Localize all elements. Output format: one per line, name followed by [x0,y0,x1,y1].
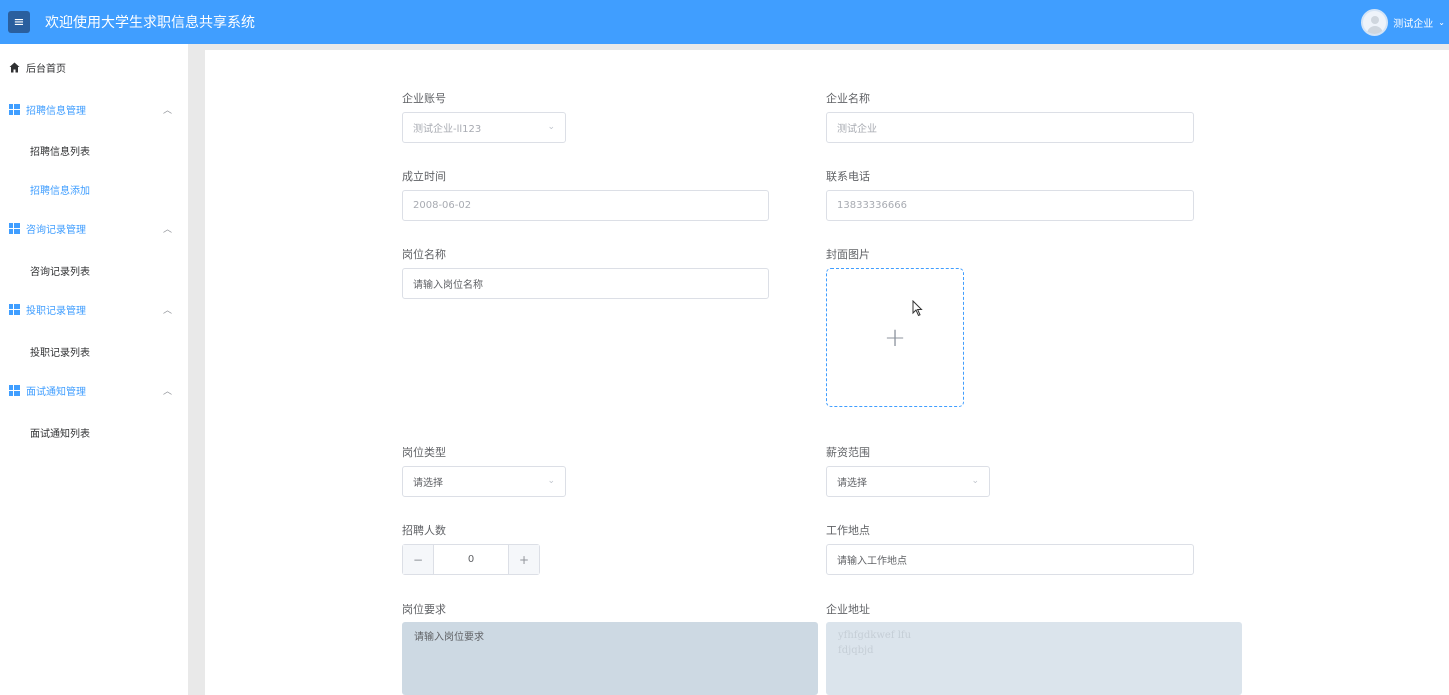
chevron-down-icon: ⌄ [971,476,979,486]
grid-icon [9,303,20,315]
salary-range-label: 薪资范围 [826,446,870,459]
salary-range-select[interactable]: 请选择 ⌄ [826,466,990,497]
sidebar-item-recruitment-list[interactable]: 招聘信息列表 [30,143,90,158]
hamburger-icon: ≡ [13,14,25,30]
work-location-label: 工作地点 [826,524,870,537]
chevron-up-icon: ︿ [163,224,173,235]
grid-icon [9,103,20,115]
sidebar-group-application[interactable]: 投职记录管理 ︿ [0,297,188,321]
phone-value: 13833336666 [837,200,907,211]
chevron-down-icon: ⌄ [1438,17,1445,27]
position-name-placeholder: 请输入岗位名称 [413,280,483,291]
content-gutter [188,44,205,695]
chevron-up-icon: ︿ [163,386,173,397]
sidebar-group-label: 咨询记录管理 [26,224,86,236]
company-address-textarea[interactable]: yfhfgdkwef lfu fdjqbjd [826,622,1242,695]
mouse-cursor-icon [912,300,923,317]
requirements-textarea[interactable]: 请输入岗位要求 [402,622,818,695]
chevron-up-icon: ︿ [163,305,173,316]
company-address-label: 企业地址 [826,603,870,616]
sidebar-group-label: 投职记录管理 [26,305,86,317]
company-account-select[interactable]: 测试企业-ll123 ⌄ [402,112,566,143]
sidebar-item-consultation-list[interactable]: 咨询记录列表 [30,263,90,278]
sidebar-item-home[interactable]: 后台首页 [0,55,188,79]
sidebar-group-label: 招聘信息管理 [26,105,86,117]
phone-label: 联系电话 [826,170,870,183]
position-name-label: 岗位名称 [402,248,446,261]
decrement-button[interactable]: − [403,545,434,574]
sidebar-item-application-list[interactable]: 投职记录列表 [30,344,90,359]
sidebar-group-label: 面试通知管理 [26,386,86,398]
cover-image-label: 封面图片 [826,248,870,261]
cover-image-upload[interactable]: + [826,268,964,407]
avatar [1361,8,1389,36]
company-account-label: 企业账号 [402,92,446,105]
grid-icon [9,222,20,234]
founded-label: 成立时间 [402,170,446,183]
user-menu[interactable]: 测试企业 ⌄ [1361,0,1445,44]
company-address-line: yfhfgdkwef lfu [838,630,912,641]
chevron-up-icon: ︿ [163,105,173,116]
sidebar-item-recruitment-add[interactable]: 招聘信息添加 [30,182,90,197]
grid-icon [9,384,20,396]
company-name-field[interactable]: 测试企业 [826,112,1194,143]
company-address-line: fdjqbjd [838,645,874,656]
requirements-label: 岗位要求 [402,603,446,616]
chevron-down-icon: ⌄ [547,122,555,132]
company-name-label: 企业名称 [826,92,870,105]
company-account-value: 测试企业-ll123 [413,124,482,135]
position-type-placeholder: 请选择 [413,478,443,489]
position-name-input[interactable]: 请输入岗位名称 [402,268,769,299]
menu-toggle-button[interactable]: ≡ [8,11,30,33]
chevron-down-icon: ⌄ [547,476,555,486]
increment-button[interactable]: + [508,545,539,574]
sidebar-item-label: 后台首页 [26,63,66,75]
phone-field[interactable]: 13833336666 [826,190,1194,221]
sidebar-group-consultation[interactable]: 咨询记录管理 ︿ [0,216,188,240]
headcount-stepper: − 0 + [402,544,540,575]
user-name: 测试企业 [1393,18,1434,30]
headcount-label: 招聘人数 [402,524,446,537]
work-location-placeholder: 请输入工作地点 [837,556,907,567]
sidebar-item-interview-list[interactable]: 面试通知列表 [30,425,90,440]
founded-value: 2008-06-02 [413,200,472,211]
app-title: 欢迎使用大学生求职信息共享系统 [45,15,255,31]
position-type-label: 岗位类型 [402,446,446,459]
sidebar-group-interview[interactable]: 面试通知管理 ︿ [0,378,188,402]
sidebar: 后台首页 招聘信息管理 ︿ 招聘信息列表 招聘信息添加 咨询记录管理 ︿ 咨询记… [0,44,188,695]
work-location-input[interactable]: 请输入工作地点 [826,544,1194,575]
sidebar-group-recruitment[interactable]: 招聘信息管理 ︿ [0,97,188,121]
founded-date-field[interactable]: 2008-06-02 [402,190,769,221]
top-header: ≡ 欢迎使用大学生求职信息共享系统 测试企业 ⌄ [0,0,1449,44]
salary-range-placeholder: 请选择 [837,478,867,489]
company-name-value: 测试企业 [837,124,877,135]
position-type-select[interactable]: 请选择 ⌄ [402,466,566,497]
requirements-placeholder: 请输入岗位要求 [414,632,484,643]
headcount-value[interactable]: 0 [434,545,508,574]
home-icon [9,62,20,72]
plus-icon: + [884,322,906,353]
